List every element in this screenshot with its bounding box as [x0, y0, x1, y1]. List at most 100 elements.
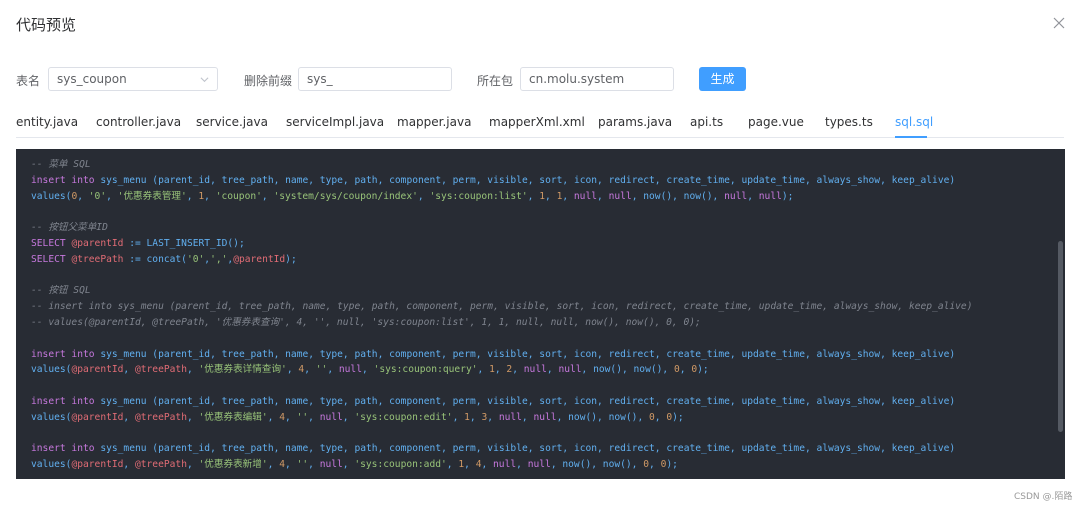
code-token: @parentId	[71, 364, 124, 376]
tab-types[interactable]: types.ts	[825, 115, 873, 129]
code-token: insert into	[31, 174, 95, 186]
code-token: null	[527, 459, 551, 471]
code-line: values(@parentId, @treePath, '优惠券表新增', 4…	[31, 457, 972, 473]
code-token: ,	[469, 411, 482, 423]
code-line: -- insert into sys_menu (parent_id, tree…	[31, 299, 972, 315]
code-token: SELECT	[31, 237, 66, 249]
code-token: null	[338, 364, 362, 376]
code-token: @parentId	[233, 253, 286, 265]
code-token: ''	[296, 459, 309, 471]
code-content: -- 菜单 SQL insert into sys_menu (parent_id…	[31, 157, 972, 473]
code-token: ,	[106, 190, 118, 202]
tab-controller[interactable]: controller.java	[96, 115, 181, 129]
code-token: ,	[679, 364, 692, 376]
code-token: ,	[464, 459, 476, 471]
code-token: @treePath	[71, 253, 124, 265]
code-token: , now(), now(),	[550, 459, 644, 471]
code-token: '优惠券表详情查询'	[198, 364, 287, 376]
tab-api[interactable]: api.ts	[690, 115, 723, 129]
code-line: values(0, '0', '优惠券表管理', 1, 'coupon', 's…	[31, 189, 972, 205]
file-tabs: entity.java controller.java service.java…	[16, 111, 1064, 138]
code-token: ,	[267, 459, 280, 471]
code-token: ,	[308, 411, 320, 423]
code-token: := LAST_INSERT_ID();	[123, 237, 245, 249]
code-token: );	[285, 253, 297, 265]
close-icon[interactable]	[1050, 14, 1068, 32]
code-line: insert into sys_menu (parent_id, tree_pa…	[31, 173, 972, 189]
code-token: ,	[304, 364, 316, 376]
code-token: ,	[308, 459, 320, 471]
prefix-input[interactable]: sys_	[298, 67, 452, 91]
code-line: -- 按钮父菜单ID	[31, 220, 972, 236]
code-token: ,	[477, 364, 490, 376]
table-name-value: sys_coupon	[57, 72, 127, 86]
code-token: ,	[286, 364, 299, 376]
code-token: null	[724, 190, 748, 202]
code-token: @parentId	[71, 459, 124, 471]
code-token: ''	[315, 364, 328, 376]
code-token: @treePath	[134, 411, 187, 423]
code-token: insert into	[31, 395, 95, 407]
code-token: ,	[285, 411, 297, 423]
tab-page[interactable]: page.vue	[748, 115, 804, 129]
code-token: null	[608, 190, 632, 202]
code-token: values(	[31, 190, 72, 202]
code-line: insert into sys_menu (parent_id, tree_pa…	[31, 394, 972, 410]
code-token: null	[523, 364, 547, 376]
tab-mapper[interactable]: mapper.java	[397, 115, 471, 129]
code-token: , now(), now(),	[556, 411, 650, 423]
code-token: sys_menu (parent_id, tree_path, name, ty…	[94, 443, 956, 455]
code-scrollbar[interactable]	[1058, 241, 1063, 432]
code-token: sys_menu (parent_id, tree_path, name, ty…	[94, 348, 956, 360]
code-token: ,	[417, 190, 430, 202]
tab-params[interactable]: params.java	[598, 115, 672, 129]
package-input[interactable]: cn.molu.system	[520, 67, 674, 91]
code-token: '优惠券表管理'	[117, 190, 187, 202]
code-token: ,	[546, 364, 559, 376]
code-token: ,	[527, 190, 540, 202]
tab-entity[interactable]: entity.java	[16, 115, 78, 129]
code-token: ''	[296, 411, 309, 423]
code-token: ,	[521, 411, 534, 423]
code-token: values(	[31, 364, 72, 376]
code-token: ,	[516, 459, 528, 471]
code-token: ,	[77, 190, 89, 202]
code-line: values(@parentId, @treePath, '优惠券表编辑', 4…	[31, 410, 972, 426]
code-token: insert into	[31, 348, 95, 360]
code-token: @treePath	[134, 459, 187, 471]
generate-button[interactable]: 生成	[699, 67, 746, 91]
tab-mapper-xml[interactable]: mapperXml.xml	[489, 115, 585, 129]
code-token: := concat(	[123, 253, 187, 265]
code-viewer[interactable]: -- 菜单 SQL insert into sys_menu (parent_id…	[16, 149, 1065, 479]
code-token: ,	[204, 190, 216, 202]
code-token: -- 按钮 SQL	[31, 285, 91, 297]
code-line: insert into sys_menu (parent_id, tree_pa…	[31, 441, 972, 457]
code-token: ,	[545, 190, 557, 202]
tab-sql[interactable]: sql.sql	[895, 115, 933, 129]
code-token: -- 菜单 SQL	[31, 159, 91, 170]
code-token: -- insert into sys_menu (parent_id, tree…	[31, 301, 973, 313]
code-token: '0'	[186, 253, 205, 265]
code-token: values(	[31, 459, 72, 471]
package-label: 所在包	[477, 74, 514, 88]
prefix-value: sys_	[307, 72, 333, 86]
tab-service[interactable]: service.java	[196, 115, 268, 129]
code-token: ,	[446, 459, 459, 471]
chevron-down-icon	[200, 77, 209, 83]
code-token: ,	[452, 411, 465, 423]
code-token: ,	[747, 190, 759, 202]
table-name-select[interactable]: sys_coupon	[48, 67, 218, 91]
table-name-label: 表名	[16, 74, 41, 88]
code-token: 'system/sys/coupon/index'	[273, 190, 418, 202]
code-token: ,	[494, 364, 507, 376]
generator-form: 表名 sys_coupon 删除前缀 sys_ 所在包 cn.molu.syst…	[0, 67, 1080, 91]
code-token: @parentId	[71, 411, 124, 423]
code-token: null	[558, 364, 582, 376]
tab-service-impl[interactable]: serviceImpl.java	[286, 115, 384, 129]
code-token: SELECT	[31, 253, 66, 265]
code-token: , now(), now(),	[581, 364, 674, 376]
code-token: 'coupon'	[215, 190, 262, 202]
code-token: sys_menu (parent_id, tree_path, name, ty…	[94, 174, 956, 186]
